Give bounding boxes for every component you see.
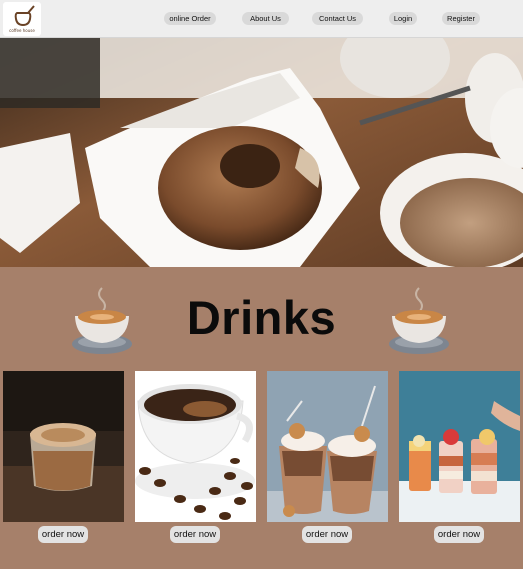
drink-card-layered-milkshakes[interactable] <box>399 371 520 522</box>
brand-logo-text: coffee house <box>9 28 35 33</box>
order-now-button[interactable]: order now <box>38 526 88 543</box>
nav-register[interactable]: Register <box>442 12 480 25</box>
coffee-pot-icon <box>14 5 35 27</box>
nav-online-order[interactable]: online Order <box>164 12 216 25</box>
coffee-cup-icon <box>72 287 132 354</box>
navbar: coffee house online Order About Us Conta… <box>0 0 523 38</box>
order-now-button[interactable]: order now <box>170 526 220 543</box>
nav-login[interactable]: Login <box>389 12 417 25</box>
drink-card-latte[interactable] <box>3 371 124 522</box>
brand-logo[interactable]: coffee house <box>3 2 41 36</box>
coffee-cup-icon <box>389 287 449 354</box>
nav-contact-us[interactable]: Contact Us <box>312 12 363 25</box>
drink-card-black-coffee[interactable] <box>135 371 256 522</box>
order-now-button[interactable]: order now <box>302 526 352 543</box>
hero-image <box>0 38 523 267</box>
order-now-button[interactable]: order now <box>434 526 484 543</box>
nav-about-us[interactable]: About Us <box>242 12 289 25</box>
drink-card-chocolate-frappe[interactable] <box>267 371 388 522</box>
